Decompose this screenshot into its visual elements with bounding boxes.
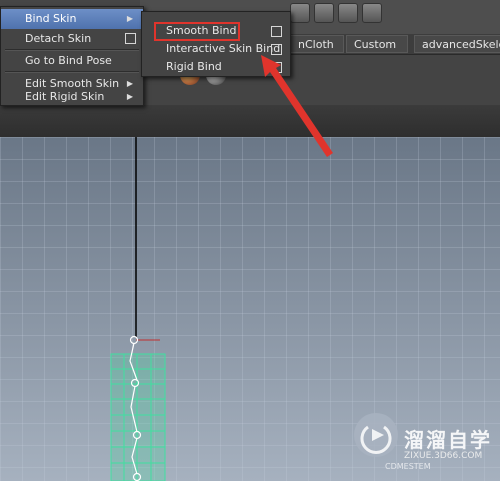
menu-item-label: Edit Rigid Skin (25, 90, 105, 103)
shelf-tab-advancedskeleton[interactable]: advancedSkelete (414, 35, 500, 53)
panel-menu-bar (0, 105, 500, 138)
menu-item-label: Bind Skin (25, 12, 77, 25)
watermark-tag: CDMESTEM (385, 462, 431, 471)
menu-item-label: Interactive Skin Bind (166, 42, 281, 55)
menu-item-label: Detach Skin (25, 32, 92, 45)
menu-item-bind-skin[interactable]: Bind Skin ▶ (1, 9, 143, 29)
option-box-icon[interactable] (125, 33, 136, 44)
option-box-icon[interactable] (271, 62, 282, 73)
rig-mesh (110, 353, 166, 481)
watermark-url: ZIXUE.3D66.COM (404, 451, 483, 461)
menu-item-label: Rigid Bind (166, 60, 222, 73)
watermark-brand: 溜溜自学 (404, 428, 492, 452)
submenu-arrow-icon: ▶ (126, 92, 133, 101)
tool-button-2[interactable] (314, 3, 334, 23)
tool-button-3[interactable] (338, 3, 358, 23)
shelf-tab-custom[interactable]: Custom (346, 35, 408, 53)
menu-item-interactive-skin-bind[interactable]: Interactive Skin Bind (142, 40, 290, 58)
submenu-arrow-icon: ▶ (126, 14, 133, 23)
shelf-tab-ncloth[interactable]: nCloth (290, 35, 344, 53)
smooth-bind-highlight-box (154, 22, 240, 41)
menu-item-go-to-bind-pose[interactable]: Go to Bind Pose (1, 51, 143, 71)
option-box-icon[interactable] (271, 44, 282, 55)
tool-button-4[interactable] (362, 3, 382, 23)
bind-skin-submenu: Smooth Bind Interactive Skin Bind Rigid … (141, 11, 291, 77)
tool-button-1[interactable] (290, 3, 310, 23)
menu-item-label: Go to Bind Pose (25, 54, 112, 67)
menu-item-edit-smooth-skin[interactable]: Edit Smooth Skin ▶ (1, 71, 143, 90)
menu-item-detach-skin[interactable]: Detach Skin (1, 29, 143, 49)
option-box-icon[interactable] (271, 26, 282, 37)
skin-menu: Bind Skin ▶ Detach Skin Go to Bind Pose … (0, 6, 144, 106)
menu-item-rigid-bind[interactable]: Rigid Bind (142, 58, 290, 76)
menu-item-edit-rigid-skin[interactable]: Edit Rigid Skin ▶ (1, 89, 143, 107)
watermark-play-icon (360, 425, 392, 454)
watermark-logo (354, 413, 398, 457)
